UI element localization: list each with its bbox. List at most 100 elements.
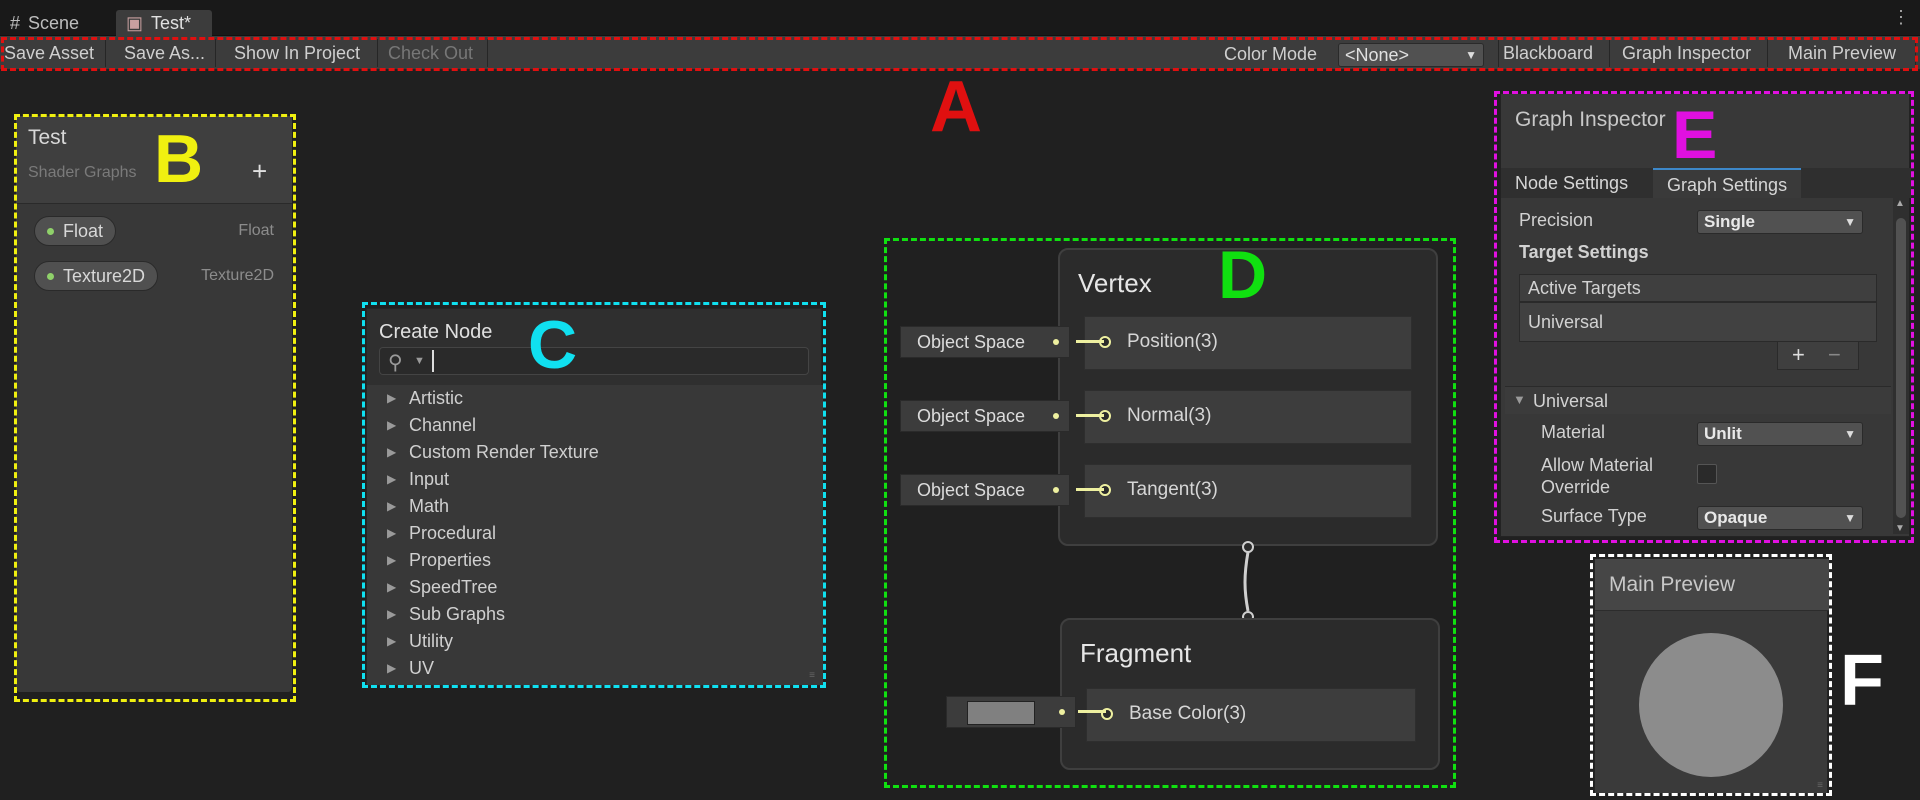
targets-add-remove: + − (1777, 342, 1859, 370)
node-category-list: ▶ Artistic ▶ Channel ▶ Custom Render Textur… (367, 385, 823, 685)
property-type: Texture2D (201, 267, 274, 284)
blackboard-toggle-button[interactable]: Blackboard (1498, 39, 1610, 67)
surface-type-dropdown[interactable]: Opaque ▼ (1697, 506, 1863, 530)
scrollbar-thumb[interactable] (1896, 218, 1906, 518)
create-node-title: Create Node (379, 321, 493, 343)
chevron-down-icon[interactable]: ▼ (414, 355, 425, 367)
save-asset-button[interactable]: Save Asset (0, 39, 106, 67)
base-color-input[interactable] (946, 696, 1076, 728)
block-normal[interactable]: Normal(3) (1084, 390, 1412, 444)
category-label: Artistic (409, 388, 463, 408)
category-label: Input (409, 469, 450, 489)
output-dot (1053, 339, 1059, 345)
category-item-utility[interactable]: ▶ Utility (367, 628, 823, 655)
search-input[interactable] (432, 350, 802, 372)
category-item-speedtree[interactable]: ▶ SpeedTree (367, 574, 823, 601)
blackboard-title: Test (28, 126, 67, 149)
expand-arrow-icon: ▶ (387, 445, 397, 459)
category-label: Custom Render Texture (409, 442, 599, 462)
universal-foldout[interactable]: ▼ Universal (1505, 386, 1891, 414)
inspector-scrollbar[interactable]: ▲ ▼ (1893, 198, 1909, 534)
allow-material-override-checkbox[interactable] (1697, 464, 1717, 484)
search-icon: ⚲ (388, 352, 403, 374)
tab-scene[interactable]: # Scene (0, 10, 110, 36)
connection-wire (1076, 340, 1104, 343)
target-item-universal[interactable]: Universal (1528, 312, 1603, 333)
category-item-artistic[interactable]: ▶ Artistic (367, 385, 823, 412)
active-targets-label: Active Targets (1528, 278, 1641, 298)
blackboard-panel: Test Shader Graphs + Float Float Texture… (16, 116, 292, 692)
category-item-custom-render-texture[interactable]: ▶ Custom Render Texture (367, 439, 823, 466)
category-label: Utility (409, 631, 453, 651)
color-mode-dropdown[interactable]: <None> ▼ (1338, 43, 1484, 67)
tab-node-settings[interactable]: Node Settings (1501, 168, 1642, 198)
block-label: Normal(3) (1127, 405, 1212, 426)
block-base-color[interactable]: Base Color(3) (1086, 688, 1416, 742)
block-label: Position(3) (1127, 331, 1218, 352)
category-label: UV (409, 658, 435, 678)
graph-toolbar: Save Asset Save As... Show In Project Ch… (0, 36, 1920, 70)
window-tab-bar: # Scene ▣ Test* ⋮ (0, 0, 1920, 36)
remove-target-button[interactable]: − (1828, 342, 1841, 368)
main-preview-toggle-button[interactable]: Main Preview (1784, 39, 1916, 67)
more-options-icon[interactable]: ⋮ (1892, 8, 1910, 26)
main-preview-panel: Main Preview ≡ (1594, 558, 1829, 794)
tangent-space-input[interactable]: Object Space (900, 474, 1070, 506)
precision-dropdown[interactable]: Single ▼ (1697, 210, 1863, 234)
category-label: Procedural (409, 523, 497, 543)
category-item-sub-graphs[interactable]: ▶ Sub Graphs (367, 601, 823, 628)
active-targets-header: Active Targets (1519, 274, 1877, 302)
preview-sphere[interactable] (1639, 633, 1783, 777)
position-space-input[interactable]: Object Space (900, 326, 1070, 358)
category-item-uv[interactable]: ▶ UV (367, 655, 823, 682)
save-as-button[interactable]: Save As... (120, 39, 216, 67)
tab-test[interactable]: ▣ Test* (116, 10, 212, 36)
connection-wire (1078, 710, 1106, 713)
block-position[interactable]: Position(3) (1084, 316, 1412, 370)
surface-type-label: Surface Type (1541, 506, 1647, 526)
block-label: Tangent(3) (1127, 479, 1218, 500)
material-label: Material (1541, 422, 1606, 442)
resize-grip-icon[interactable]: ≡ (809, 670, 815, 681)
chevron-down-icon: ▼ (1465, 48, 1477, 62)
surface-type-value: Opaque (1704, 508, 1768, 527)
connection-wire (1076, 488, 1104, 491)
scroll-up-icon[interactable]: ▲ (1895, 198, 1905, 209)
add-property-button[interactable]: + (252, 156, 267, 187)
grid-icon: # (10, 12, 21, 33)
category-item-channel[interactable]: ▶ Channel (367, 412, 823, 439)
add-target-button[interactable]: + (1792, 342, 1805, 368)
target-settings-heading: Target Settings (1519, 242, 1649, 262)
allow-override-label-line1: Allow Material (1541, 455, 1654, 475)
color-swatch[interactable] (967, 701, 1035, 725)
resize-grip-icon[interactable]: ≡ (1817, 780, 1823, 791)
material-dropdown[interactable]: Unlit ▼ (1697, 422, 1863, 446)
input-value: Object Space (917, 332, 1026, 352)
category-item-input[interactable]: ▶ Input (367, 466, 823, 493)
category-label: SpeedTree (409, 577, 498, 597)
expand-arrow-icon: ▶ (387, 607, 397, 621)
category-item-math[interactable]: ▶ Math (367, 493, 823, 520)
universal-section-label: Universal (1533, 391, 1609, 411)
property-name: Texture2D (63, 266, 146, 286)
property-pill-float[interactable]: Float (34, 216, 117, 246)
color-mode-value: <None> (1345, 45, 1410, 65)
block-tangent[interactable]: Tangent(3) (1084, 464, 1412, 518)
graph-inspector-toggle-button[interactable]: Graph Inspector (1618, 39, 1768, 67)
category-item-properties[interactable]: ▶ Properties (367, 547, 823, 574)
expand-arrow-icon: ▶ (387, 580, 397, 594)
material-value: Unlit (1704, 424, 1742, 443)
property-type: Float (238, 222, 274, 239)
category-label: Sub Graphs (409, 604, 506, 624)
annotation-label-e: E (1672, 97, 1718, 173)
check-out-button[interactable]: Check Out (384, 39, 488, 67)
search-box[interactable]: ⚲ ▼ (379, 347, 809, 375)
graph-inspector-title: Graph Inspector (1515, 108, 1666, 131)
category-item-procedural[interactable]: ▶ Procedural (367, 520, 823, 547)
property-pill-texture2d[interactable]: Texture2D (34, 261, 159, 291)
fragment-context[interactable]: Fragment Base Color(3) (1060, 618, 1440, 770)
normal-space-input[interactable]: Object Space (900, 400, 1070, 432)
precision-label: Precision (1519, 210, 1594, 230)
scroll-down-icon[interactable]: ▼ (1895, 523, 1905, 534)
show-in-project-button[interactable]: Show In Project (230, 39, 378, 67)
